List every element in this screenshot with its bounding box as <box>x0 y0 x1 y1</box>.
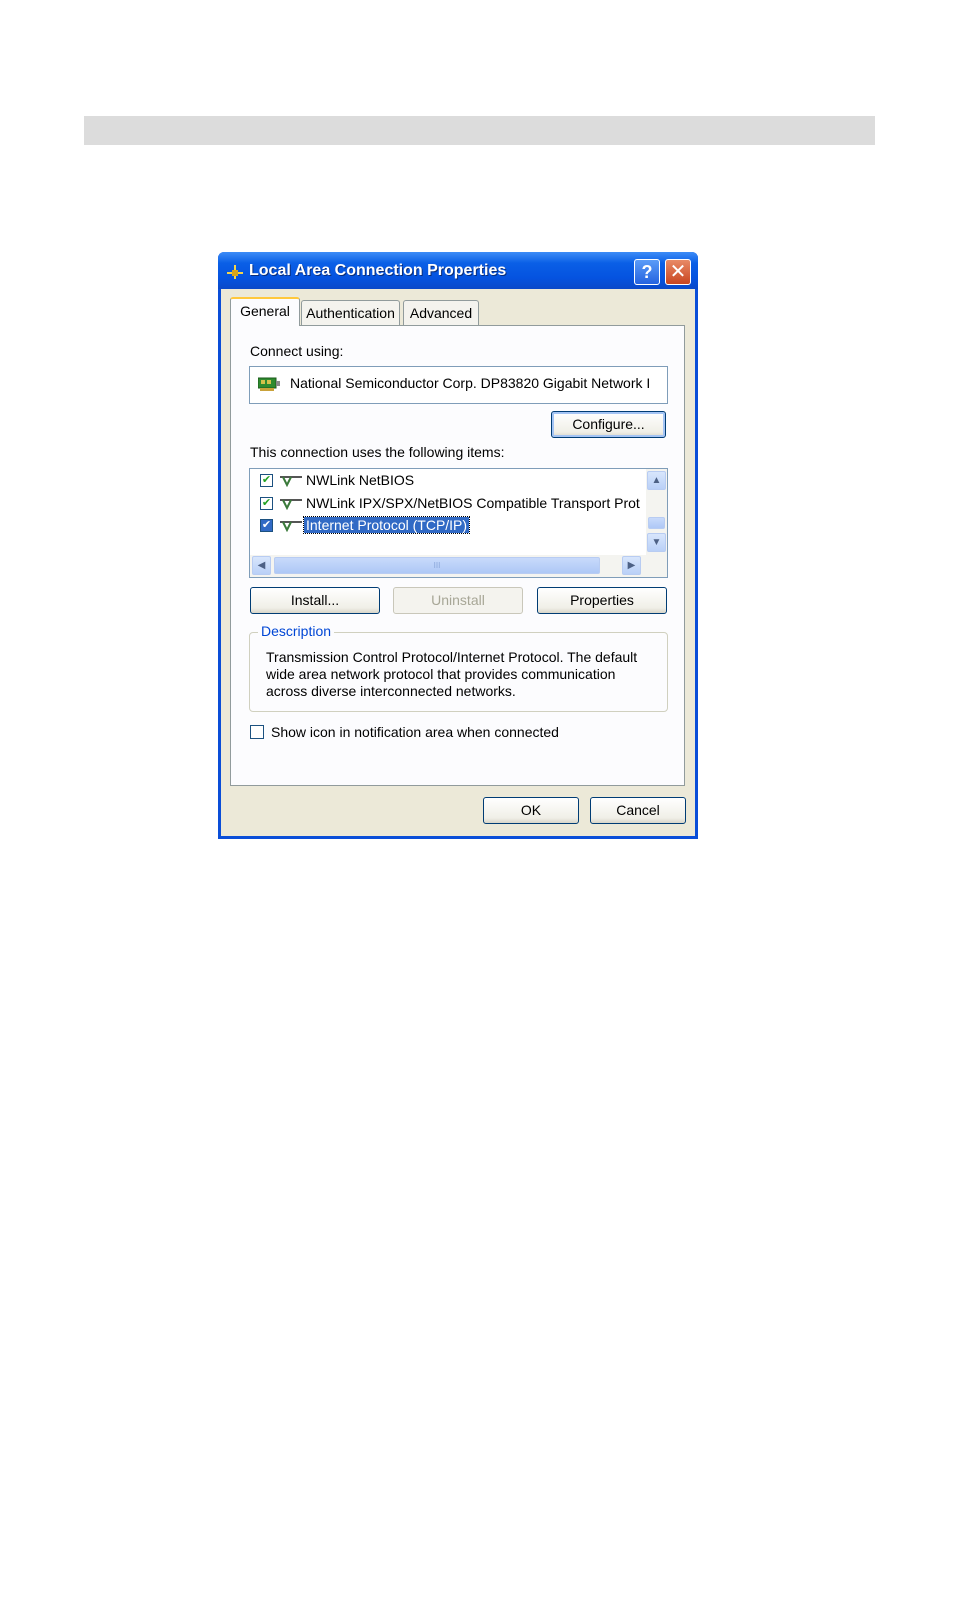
item-checkbox[interactable]: ✔ <box>260 519 273 532</box>
list-item[interactable]: ✔ NWLink NetBIOS <box>250 470 645 492</box>
description-group: Description Transmission Control Protoco… <box>249 623 668 712</box>
chevron-down-icon: ▼ <box>651 537 662 548</box>
scroll-grip-icon: III <box>433 561 441 570</box>
ok-button[interactable]: OK <box>483 797 579 824</box>
tab-advanced[interactable]: Advanced <box>403 300 479 325</box>
cancel-button[interactable]: Cancel <box>590 797 686 824</box>
scroll-down-button[interactable]: ▼ <box>647 533 666 552</box>
item-checkbox[interactable]: ✔ <box>260 497 273 510</box>
title-bar[interactable]: Local Area Connection Properties ? ✕ <box>218 252 698 289</box>
item-label: NWLink IPX/SPX/NetBIOS Compatible Transp… <box>306 495 640 511</box>
general-panel: Connect using: National Semiconductor Co… <box>230 325 685 786</box>
configure-button[interactable]: Configure... <box>551 411 666 438</box>
network-card-icon <box>258 377 280 391</box>
adapter-field: National Semiconductor Corp. DP83820 Gig… <box>249 366 668 404</box>
connect-using-label: Connect using: <box>250 343 344 359</box>
chevron-up-icon: ▲ <box>651 475 662 486</box>
uninstall-button[interactable]: Uninstall <box>393 587 523 614</box>
show-icon-label[interactable]: Show icon in notification area when conn… <box>271 724 559 740</box>
item-checkbox[interactable]: ✔ <box>260 474 273 487</box>
tab-general[interactable]: General <box>230 297 300 326</box>
description-title: Description <box>258 623 335 639</box>
properties-dialog: Local Area Connection Properties ? ✕ Gen… <box>218 252 698 839</box>
protocol-icon <box>280 499 302 510</box>
item-label: Internet Protocol (TCP/IP) <box>302 516 471 534</box>
vertical-scrollbar[interactable]: ▲ ▼ <box>646 469 667 555</box>
vertical-scroll-thumb[interactable] <box>648 517 665 529</box>
properties-button[interactable]: Properties <box>537 587 667 614</box>
close-icon: ✕ <box>669 261 687 283</box>
horizontal-scrollbar[interactable]: ◀ III ▶ <box>250 555 667 577</box>
dialog-title: Local Area Connection Properties <box>249 262 507 279</box>
scroll-left-button[interactable]: ◀ <box>252 556 271 575</box>
horizontal-scroll-thumb[interactable]: III <box>274 557 600 574</box>
help-button[interactable]: ? <box>634 259 660 285</box>
adapter-name: National Semiconductor Corp. DP83820 Gig… <box>290 375 651 391</box>
protocol-icon <box>280 476 302 487</box>
scroll-up-button[interactable]: ▲ <box>647 471 666 490</box>
items-label: This connection uses the following items… <box>250 444 505 460</box>
item-label: NWLink NetBIOS <box>306 472 415 488</box>
list-item-selected[interactable]: ✔ Internet Protocol (TCP/IP) <box>250 515 645 537</box>
help-icon: ? <box>641 262 653 282</box>
protocol-icon <box>280 521 302 532</box>
chevron-right-icon: ▶ <box>627 560 636 571</box>
close-button[interactable]: ✕ <box>665 259 691 285</box>
components-list[interactable]: ✔ NWLink NetBIOS ✔ NWLink IPX/SPX/NetBIO… <box>249 468 668 578</box>
description-text: Transmission Control Protocol/Internet P… <box>266 649 638 699</box>
scroll-right-button[interactable]: ▶ <box>622 556 641 575</box>
network-connection-icon <box>227 265 243 279</box>
install-button[interactable]: Install... <box>250 587 380 614</box>
list-item[interactable]: ✔ NWLink IPX/SPX/NetBIOS Compatible Tran… <box>250 493 645 515</box>
show-icon-checkbox[interactable] <box>250 725 264 739</box>
chevron-left-icon: ◀ <box>257 560 266 571</box>
header-band <box>84 116 875 145</box>
dialog-client: General Authentication Advanced Connect … <box>221 289 695 836</box>
tab-authentication[interactable]: Authentication <box>301 300 400 325</box>
